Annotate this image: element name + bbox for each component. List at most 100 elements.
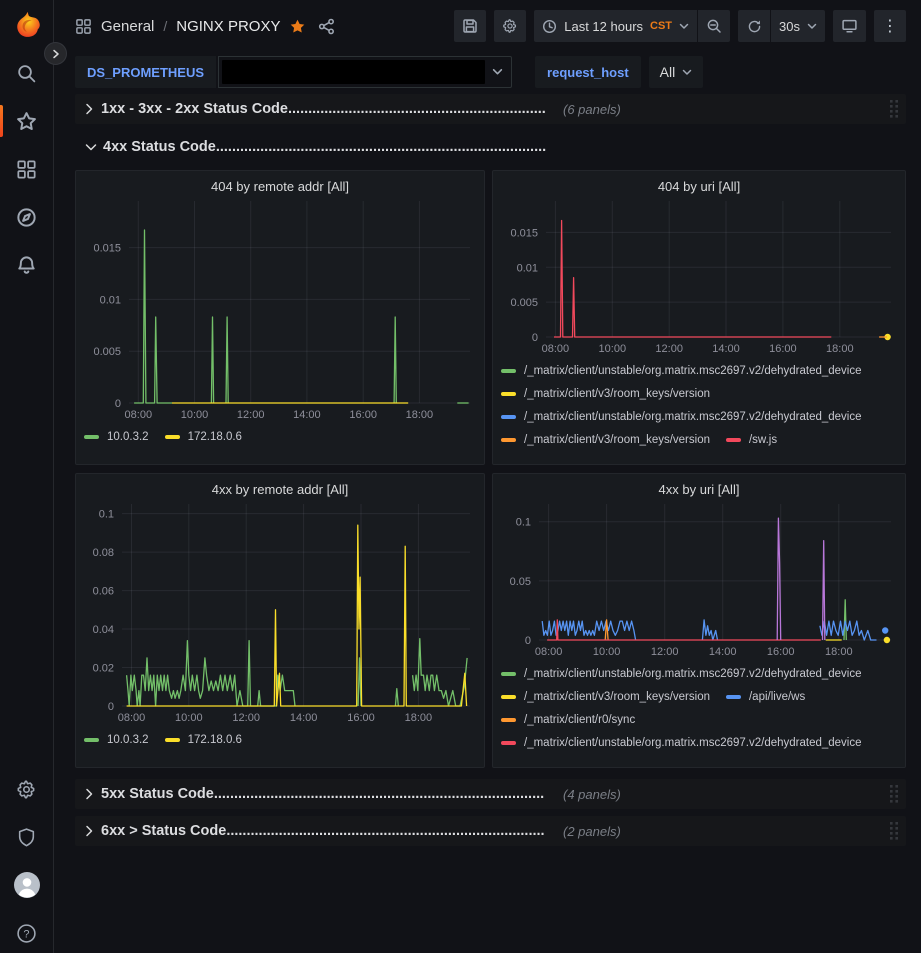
dashboard-settings-button[interactable] xyxy=(494,10,526,42)
chevron-down-icon xyxy=(679,23,689,30)
row-title-dots: ........................................… xyxy=(288,101,545,117)
favorite-star-icon[interactable] xyxy=(289,18,306,35)
legend-swatch xyxy=(501,672,516,676)
legend-item[interactable]: /_matrix/client/v3/room_keys/version xyxy=(501,434,710,446)
refresh-button[interactable] xyxy=(738,10,770,42)
svg-text:0: 0 xyxy=(115,398,121,410)
legend-label: /_matrix/client/unstable/org.matrix.msc2… xyxy=(524,365,862,377)
request-host-variable-label[interactable]: request_host xyxy=(535,56,641,88)
legend-label: 172.18.0.6 xyxy=(188,734,242,746)
time-series-chart[interactable]: 00.0050.010.01508:0010:0012:0014:0016:00… xyxy=(501,201,897,357)
legend-item[interactable]: /_matrix/client/unstable/org.matrix.msc2… xyxy=(501,737,862,749)
legend-item[interactable]: 172.18.0.6 xyxy=(165,431,242,443)
timezone-label: CST xyxy=(650,20,672,32)
svg-text:0.1: 0.1 xyxy=(516,517,531,529)
sidebar-item-configuration[interactable] xyxy=(0,777,54,801)
legend-item[interactable]: /_matrix/client/unstable/org.matrix.msc2… xyxy=(501,668,862,680)
panel-title[interactable]: 404 by uri [All] xyxy=(501,179,897,197)
legend-swatch xyxy=(501,695,516,699)
active-indicator xyxy=(0,105,3,137)
svg-text:14:00: 14:00 xyxy=(709,646,737,658)
legend-item[interactable]: 172.18.0.6 xyxy=(165,734,242,746)
row-panel-count: (6 panels) xyxy=(563,102,621,117)
legend-row: 10.0.3.2 172.18.0.6 xyxy=(84,728,476,751)
share-icon[interactable] xyxy=(318,18,335,35)
legend-swatch xyxy=(726,695,741,699)
legend-label: /_matrix/client/v3/room_keys/version xyxy=(524,434,710,446)
sidebar-item-dashboards[interactable] xyxy=(0,157,54,181)
row-panel-count: (2 panels) xyxy=(563,824,621,839)
legend-item[interactable]: /_matrix/client/unstable/org.matrix.msc2… xyxy=(501,411,862,423)
request-host-variable-select[interactable]: All xyxy=(649,56,704,88)
row-drag-handle[interactable] xyxy=(888,820,900,842)
dashboard-title[interactable]: NGINX PROXY xyxy=(176,18,280,35)
panel-title[interactable]: 4xx by remote addr [All] xyxy=(84,482,476,500)
monitor-icon xyxy=(841,18,858,34)
legend-label: 172.18.0.6 xyxy=(188,431,242,443)
legend-row: /_matrix/client/unstable/org.matrix.msc2… xyxy=(501,405,897,428)
legend-item[interactable]: /_matrix/client/r0/sync xyxy=(501,714,635,726)
refresh-interval-picker[interactable]: 30s xyxy=(771,10,825,42)
zoom-out-button[interactable] xyxy=(698,10,730,42)
svg-text:0: 0 xyxy=(108,701,114,713)
svg-text:0.04: 0.04 xyxy=(93,624,114,636)
legend-item[interactable]: /api/live/ws xyxy=(726,691,805,703)
sidebar-item-help[interactable]: ? xyxy=(0,921,54,945)
star-icon xyxy=(16,111,37,132)
more-options-button[interactable]: ⋮ xyxy=(874,10,906,42)
legend-item[interactable]: 10.0.3.2 xyxy=(84,734,149,746)
chevron-right-icon xyxy=(81,101,97,117)
legend-item[interactable]: /_matrix/client/unstable/org.matrix.msc2… xyxy=(501,365,862,377)
avatar xyxy=(14,872,40,898)
legend-item[interactable]: /_matrix/client/v3/room_keys/version xyxy=(501,388,710,400)
refresh-interval-label: 30s xyxy=(779,19,800,34)
sidebar-item-starred[interactable] xyxy=(0,109,54,133)
breadcrumb: General / NGINX PROXY xyxy=(75,0,335,52)
svg-text:0.01: 0.01 xyxy=(100,294,121,306)
legend-row: /_matrix/client/r0/sync xyxy=(501,708,897,731)
refresh-icon xyxy=(747,19,762,34)
panel-title[interactable]: 4xx by uri [All] xyxy=(501,482,897,500)
row-drag-handle[interactable] xyxy=(888,783,900,805)
time-series-chart[interactable]: 00.0050.010.01508:0010:0012:0014:0016:00… xyxy=(84,201,476,423)
dashboard-canvas: DS_PROMETHEUS request_host All 1xx - 3xx… xyxy=(54,0,921,953)
time-series-chart[interactable]: 00.050.108:0010:0012:0014:0016:0018:00 xyxy=(501,504,897,660)
row-1xx-3xx-2xx[interactable]: 1xx - 3xx - 2xx Status Code ............… xyxy=(75,94,906,124)
svg-text:08:00: 08:00 xyxy=(542,343,570,355)
sidebar-item-profile[interactable] xyxy=(0,873,54,897)
legend-item[interactable]: /_matrix/client/v3/room_keys/version xyxy=(501,691,710,703)
legend-item[interactable]: /sw.js xyxy=(726,434,777,446)
svg-text:16:00: 16:00 xyxy=(769,343,797,355)
legend-item[interactable]: 10.0.3.2 xyxy=(84,431,149,443)
grafana-logo[interactable] xyxy=(0,13,54,37)
row-4xx[interactable]: 4xx Status Code ........................… xyxy=(77,132,777,162)
panel-legend: /_matrix/client/unstable/org.matrix.msc2… xyxy=(501,662,897,752)
time-series-chart[interactable]: 00.020.040.060.080.108:0010:0012:0014:00… xyxy=(84,504,476,726)
svg-text:0: 0 xyxy=(525,635,531,647)
breadcrumb-section[interactable]: General xyxy=(101,18,154,35)
datasource-variable-select[interactable] xyxy=(218,56,512,88)
legend-swatch xyxy=(84,738,99,742)
legend-swatch xyxy=(84,435,99,439)
sidebar-expand-button[interactable] xyxy=(44,42,67,65)
sidebar-item-alerting[interactable] xyxy=(0,253,54,277)
save-dashboard-button[interactable] xyxy=(454,10,486,42)
row-title: 4xx Status Code xyxy=(103,139,216,155)
sidebar-item-server-admin[interactable] xyxy=(0,825,54,849)
row-5xx[interactable]: 5xx Status Code ........................… xyxy=(75,779,906,809)
legend-label: /_matrix/client/r0/sync xyxy=(524,714,635,726)
chevron-down-icon xyxy=(682,69,692,76)
row-drag-handle[interactable] xyxy=(888,98,900,120)
sidebar-item-explore[interactable] xyxy=(0,205,54,229)
svg-text:12:00: 12:00 xyxy=(651,646,679,658)
cycle-view-mode-button[interactable] xyxy=(833,10,866,42)
panel-title[interactable]: 404 by remote addr [All] xyxy=(84,179,476,197)
svg-text:18:00: 18:00 xyxy=(825,646,853,658)
legend-label: /_matrix/client/v3/room_keys/version xyxy=(524,388,710,400)
row-6xx[interactable]: 6xx > Status Code ......................… xyxy=(75,816,906,846)
time-range-picker[interactable]: Last 12 hours CST xyxy=(534,10,697,42)
sidebar: ? xyxy=(0,0,54,953)
svg-text:0.08: 0.08 xyxy=(93,547,114,559)
datasource-variable-label[interactable]: DS_PROMETHEUS xyxy=(75,56,216,88)
sidebar-item-search[interactable] xyxy=(0,61,54,85)
